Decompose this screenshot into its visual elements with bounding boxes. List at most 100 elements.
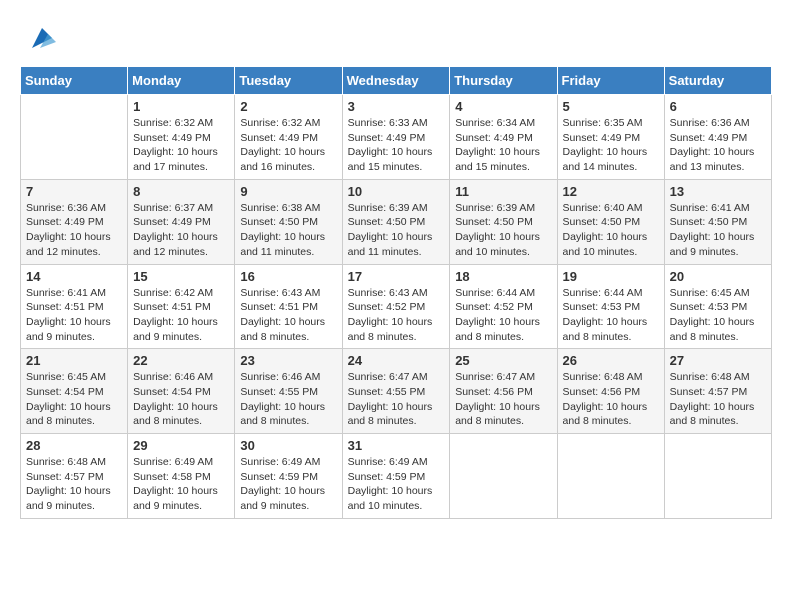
day-number: 11 (455, 184, 551, 199)
calendar-cell: 5 Sunrise: 6:35 AM Sunset: 4:49 PM Daylig… (557, 95, 664, 180)
calendar-cell: 29 Sunrise: 6:49 AM Sunset: 4:58 PM Dayli… (128, 434, 235, 519)
calendar-cell: 28Sunrise: 6:48 AM Sunset: 4:57 PM Dayli… (21, 434, 128, 519)
day-header-monday: Monday (128, 67, 235, 95)
day-info: Sunrise: 6:39 AM Sunset: 4:50 PM Dayligh… (455, 201, 551, 260)
calendar-cell: 6 Sunrise: 6:36 AM Sunset: 4:49 PM Daylig… (664, 95, 771, 180)
day-number: 13 (670, 184, 766, 199)
day-info: Sunrise: 6:45 AM Sunset: 4:53 PM Dayligh… (670, 286, 766, 345)
calendar-cell: 23Sunrise: 6:46 AM Sunset: 4:55 PM Dayli… (235, 349, 342, 434)
calendar-cell: 14 Sunrise: 6:41 AM Sunset: 4:51 PM Dayli… (21, 264, 128, 349)
day-number: 10 (348, 184, 445, 199)
day-number: 18 (455, 269, 551, 284)
calendar-cell (450, 434, 557, 519)
day-number: 7 (26, 184, 122, 199)
day-info: Sunrise: 6:37 AM Sunset: 4:49 PM Dayligh… (133, 201, 229, 260)
day-info: Sunrise: 6:36 AM Sunset: 4:49 PM Dayligh… (26, 201, 122, 260)
calendar-week-1: 1 Sunrise: 6:32 AM Sunset: 4:49 PM Daylig… (21, 95, 772, 180)
calendar-cell: 1Sunrise: 6:32 AM Sunset: 4:49 PM Daylig… (128, 95, 235, 180)
calendar-cell: 21 Sunrise: 6:45 AM Sunset: 4:54 PM Dayli… (21, 349, 128, 434)
day-header-thursday: Thursday (450, 67, 557, 95)
day-number: 31 (348, 438, 445, 453)
calendar-header-row: SundayMondayTuesdayWednesdayThursdayFrid… (21, 67, 772, 95)
day-info: Sunrise: 6:44 AM Sunset: 4:52 PM Dayligh… (455, 286, 551, 345)
day-number: 8 (133, 184, 229, 199)
day-info: Sunrise: 6:42 AM Sunset: 4:51 PM Dayligh… (133, 286, 229, 345)
calendar-cell: 11 Sunrise: 6:39 AM Sunset: 4:50 PM Dayli… (450, 179, 557, 264)
logo (20, 20, 58, 56)
day-info: Sunrise: 6:40 AM Sunset: 4:50 PM Dayligh… (563, 201, 659, 260)
calendar-cell: 8 Sunrise: 6:37 AM Sunset: 4:49 PM Daylig… (128, 179, 235, 264)
calendar-cell: 31 Sunrise: 6:49 AM Sunset: 4:59 PM Dayli… (342, 434, 450, 519)
day-info: Sunrise: 6:46 AM Sunset: 4:54 PM Dayligh… (133, 370, 229, 429)
day-number: 20 (670, 269, 766, 284)
day-number: 3 (348, 99, 445, 114)
calendar-table: SundayMondayTuesdayWednesdayThursdayFrid… (20, 66, 772, 519)
day-info: Sunrise: 6:47 AM Sunset: 4:56 PM Dayligh… (455, 370, 551, 429)
day-number: 29 (133, 438, 229, 453)
day-number: 30 (240, 438, 336, 453)
calendar-cell: 24 Sunrise: 6:47 AM Sunset: 4:55 PM Dayli… (342, 349, 450, 434)
calendar-cell: 20 Sunrise: 6:45 AM Sunset: 4:53 PM Dayli… (664, 264, 771, 349)
calendar-cell: 9 Sunrise: 6:38 AM Sunset: 4:50 PM Daylig… (235, 179, 342, 264)
day-info: Sunrise: 6:41 AM Sunset: 4:51 PM Dayligh… (26, 286, 122, 345)
day-number: 2 (240, 99, 336, 114)
day-number: 9 (240, 184, 336, 199)
day-info: Sunrise: 6:46 AM Sunset: 4:55 PM Dayligh… (240, 370, 336, 429)
calendar-cell: 15 Sunrise: 6:42 AM Sunset: 4:51 PM Dayli… (128, 264, 235, 349)
day-number: 5 (563, 99, 659, 114)
day-info: Sunrise: 6:47 AM Sunset: 4:55 PM Dayligh… (348, 370, 445, 429)
calendar-week-2: 7 Sunrise: 6:36 AM Sunset: 4:49 PM Daylig… (21, 179, 772, 264)
calendar-week-3: 14 Sunrise: 6:41 AM Sunset: 4:51 PM Dayli… (21, 264, 772, 349)
day-number: 24 (348, 353, 445, 368)
calendar-cell: 27 Sunrise: 6:48 AM Sunset: 4:57 PM Dayli… (664, 349, 771, 434)
calendar-cell: 2 Sunrise: 6:32 AM Sunset: 4:49 PM Daylig… (235, 95, 342, 180)
day-number: 26 (563, 353, 659, 368)
calendar-cell: 17Sunrise: 6:43 AM Sunset: 4:52 PM Dayli… (342, 264, 450, 349)
day-info: Sunrise: 6:39 AM Sunset: 4:50 PM Dayligh… (348, 201, 445, 260)
calendar-cell: 13 Sunrise: 6:41 AM Sunset: 4:50 PM Dayli… (664, 179, 771, 264)
calendar-cell: 4 Sunrise: 6:34 AM Sunset: 4:49 PM Daylig… (450, 95, 557, 180)
day-number: 27 (670, 353, 766, 368)
day-number: 15 (133, 269, 229, 284)
calendar-cell: 16 Sunrise: 6:43 AM Sunset: 4:51 PM Dayli… (235, 264, 342, 349)
day-number: 25 (455, 353, 551, 368)
calendar-cell: 25 Sunrise: 6:47 AM Sunset: 4:56 PM Dayli… (450, 349, 557, 434)
day-info: Sunrise: 6:43 AM Sunset: 4:51 PM Dayligh… (240, 286, 336, 345)
day-number: 22 (133, 353, 229, 368)
calendar-cell: 3Sunrise: 6:33 AM Sunset: 4:49 PM Daylig… (342, 95, 450, 180)
day-header-saturday: Saturday (664, 67, 771, 95)
calendar-week-5: 28Sunrise: 6:48 AM Sunset: 4:57 PM Dayli… (21, 434, 772, 519)
day-info: Sunrise: 6:41 AM Sunset: 4:50 PM Dayligh… (670, 201, 766, 260)
day-number: 1 (133, 99, 229, 114)
day-info: Sunrise: 6:36 AM Sunset: 4:49 PM Dayligh… (670, 116, 766, 175)
day-number: 4 (455, 99, 551, 114)
day-info: Sunrise: 6:48 AM Sunset: 4:57 PM Dayligh… (670, 370, 766, 429)
day-number: 16 (240, 269, 336, 284)
day-info: Sunrise: 6:38 AM Sunset: 4:50 PM Dayligh… (240, 201, 336, 260)
day-number: 14 (26, 269, 122, 284)
day-info: Sunrise: 6:32 AM Sunset: 4:49 PM Dayligh… (240, 116, 336, 175)
day-header-friday: Friday (557, 67, 664, 95)
day-info: Sunrise: 6:44 AM Sunset: 4:53 PM Dayligh… (563, 286, 659, 345)
day-number: 19 (563, 269, 659, 284)
calendar-cell: 12Sunrise: 6:40 AM Sunset: 4:50 PM Dayli… (557, 179, 664, 264)
day-info: Sunrise: 6:45 AM Sunset: 4:54 PM Dayligh… (26, 370, 122, 429)
calendar-cell: 22 Sunrise: 6:46 AM Sunset: 4:54 PM Dayli… (128, 349, 235, 434)
day-info: Sunrise: 6:49 AM Sunset: 4:59 PM Dayligh… (348, 455, 445, 514)
day-number: 21 (26, 353, 122, 368)
day-info: Sunrise: 6:43 AM Sunset: 4:52 PM Dayligh… (348, 286, 445, 345)
day-number: 6 (670, 99, 766, 114)
logo-text (20, 20, 58, 56)
day-info: Sunrise: 6:49 AM Sunset: 4:59 PM Dayligh… (240, 455, 336, 514)
page-header (20, 20, 772, 56)
calendar-cell (557, 434, 664, 519)
calendar-cell: 30 Sunrise: 6:49 AM Sunset: 4:59 PM Dayli… (235, 434, 342, 519)
calendar-week-4: 21 Sunrise: 6:45 AM Sunset: 4:54 PM Dayli… (21, 349, 772, 434)
day-info: Sunrise: 6:49 AM Sunset: 4:58 PM Dayligh… (133, 455, 229, 514)
calendar-cell: 18 Sunrise: 6:44 AM Sunset: 4:52 PM Dayli… (450, 264, 557, 349)
day-header-sunday: Sunday (21, 67, 128, 95)
calendar-cell: 7 Sunrise: 6:36 AM Sunset: 4:49 PM Daylig… (21, 179, 128, 264)
calendar-cell (21, 95, 128, 180)
day-info: Sunrise: 6:35 AM Sunset: 4:49 PM Dayligh… (563, 116, 659, 175)
day-info: Sunrise: 6:34 AM Sunset: 4:49 PM Dayligh… (455, 116, 551, 175)
